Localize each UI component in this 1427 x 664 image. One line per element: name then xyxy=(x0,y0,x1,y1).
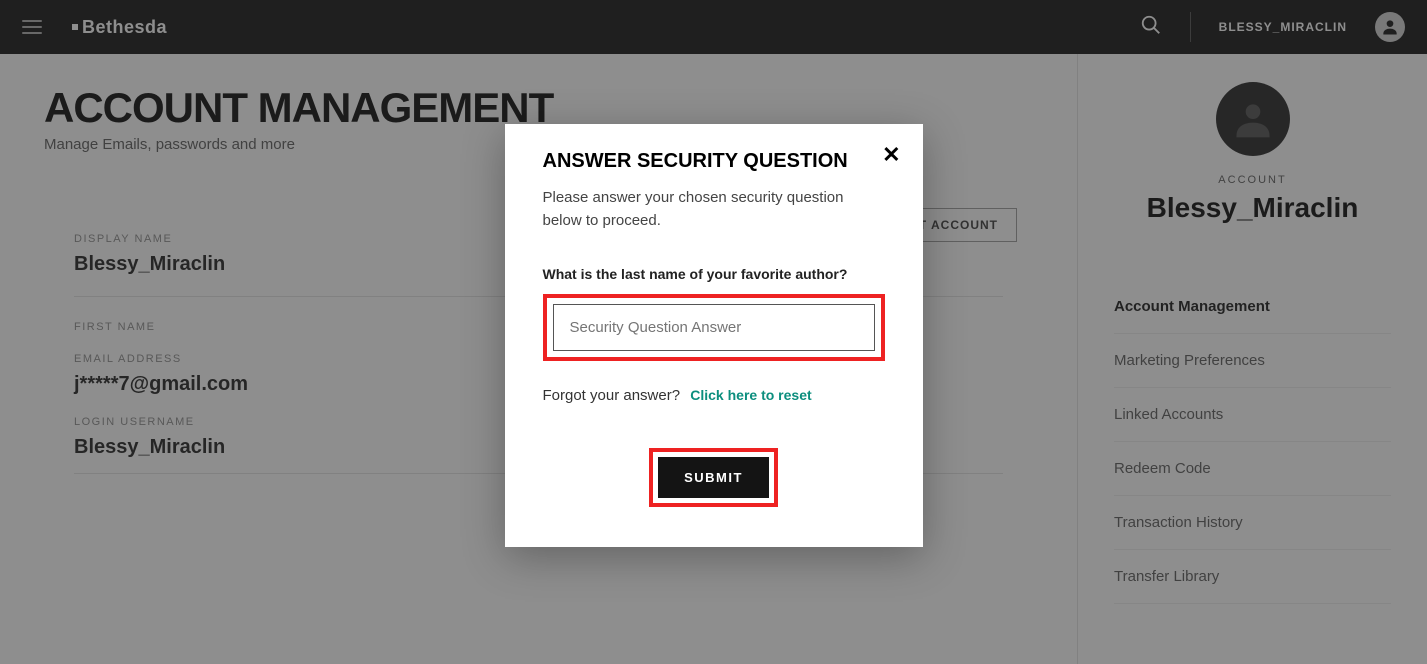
answer-highlight xyxy=(543,294,885,361)
security-question-text: What is the last name of your favorite a… xyxy=(543,266,885,282)
modal-description: Please answer your chosen security quest… xyxy=(543,187,885,232)
security-question-modal: ✕ ANSWER SECURITY QUESTION Please answer… xyxy=(505,124,923,547)
submit-highlight: SUBMIT xyxy=(649,448,778,507)
modal-overlay: ✕ ANSWER SECURITY QUESTION Please answer… xyxy=(0,0,1427,664)
forgot-answer-text: Forgot your answer? Click here to reset xyxy=(543,387,885,404)
submit-button[interactable]: SUBMIT xyxy=(658,457,769,498)
modal-title: ANSWER SECURITY QUESTION xyxy=(543,150,885,173)
reset-link[interactable]: Click here to reset xyxy=(690,387,811,403)
security-answer-input[interactable] xyxy=(553,304,875,351)
close-icon[interactable]: ✕ xyxy=(882,144,900,166)
forgot-answer-label: Forgot your answer? xyxy=(543,387,681,404)
